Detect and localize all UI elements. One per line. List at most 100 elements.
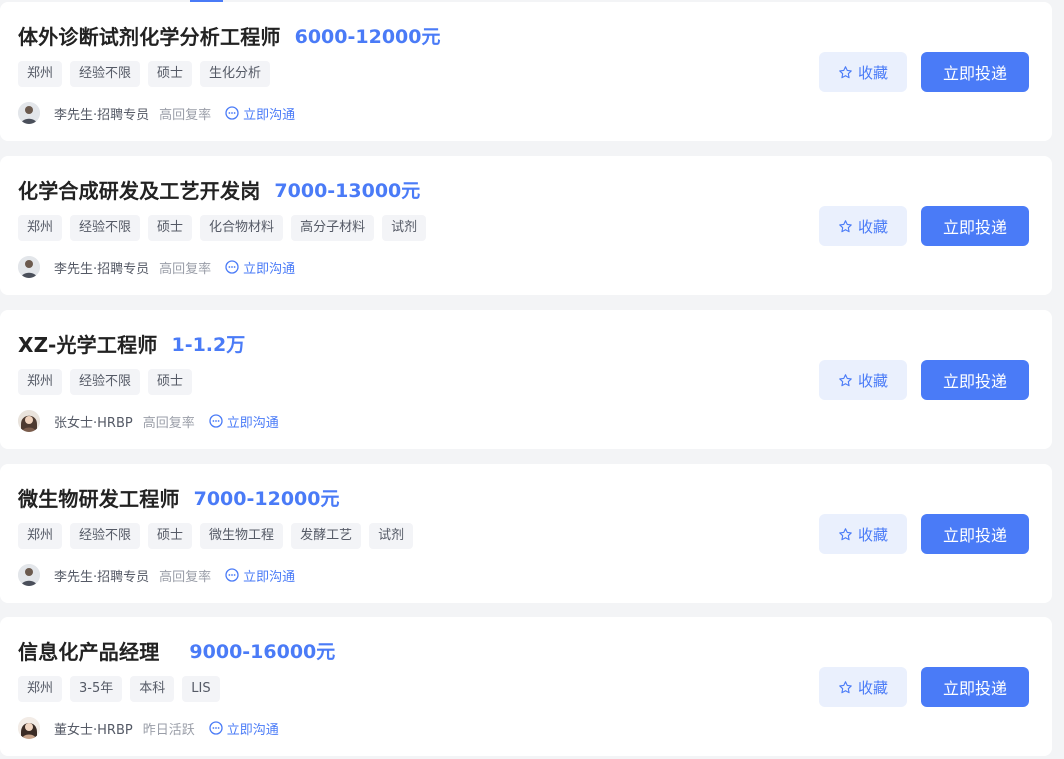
recruiter-name: 张女士·HRBP	[54, 415, 133, 431]
job-title-row: 体外诊断试剂化学分析工程师 6000-12000元	[18, 20, 440, 50]
star-icon	[838, 527, 853, 542]
job-tags: 郑州 3-5年 本科 LIS	[18, 676, 220, 702]
job-title[interactable]: XZ-光学工程师	[18, 329, 157, 358]
job-tag: 硕士	[148, 215, 193, 241]
job-title[interactable]: 体外诊断试剂化学分析工程师	[18, 21, 281, 50]
favorite-button[interactable]: 收藏	[819, 514, 907, 554]
favorite-label: 收藏	[857, 371, 888, 390]
job-tag: 经验不限	[70, 215, 141, 241]
job-tag: 经验不限	[70, 369, 141, 395]
apply-button[interactable]: 立即投递	[921, 206, 1029, 246]
job-tag: 郑州	[18, 215, 63, 241]
chat-now-label: 立即沟通	[243, 569, 296, 585]
job-tag: 郑州	[18, 676, 63, 702]
recruiter-name: 李先生·招聘专员	[54, 569, 150, 585]
chat-bubble-icon	[209, 414, 223, 428]
favorite-label: 收藏	[857, 63, 888, 82]
recruiter-activity: 高回复率	[159, 569, 212, 585]
job-tags: 郑州 经验不限 硕士 微生物工程 发酵工艺 试剂	[18, 523, 414, 549]
job-title-row: 化学合成研发及工艺开发岗 7000-13000元	[18, 174, 420, 204]
chat-now-label: 立即沟通	[243, 107, 296, 123]
male-avatar-icon	[18, 256, 40, 278]
female-avatar-icon	[18, 410, 40, 432]
star-icon	[838, 65, 853, 80]
favorite-label: 收藏	[857, 678, 888, 697]
job-tag: 郑州	[18, 523, 63, 549]
job-tags: 郑州 经验不限 硕士 生化分析	[18, 61, 271, 87]
apply-button[interactable]: 立即投递	[921, 514, 1029, 554]
chat-now-label: 立即沟通	[226, 722, 279, 738]
female-avatar-icon	[18, 717, 40, 739]
apply-button[interactable]: 立即投递	[921, 360, 1029, 400]
job-title[interactable]: 微生物研发工程师	[18, 483, 180, 512]
recruiter-activity: 高回复率	[142, 415, 195, 431]
job-card[interactable]: 体外诊断试剂化学分析工程师 6000-12000元 郑州 经验不限 硕士 生化分…	[0, 2, 1052, 141]
chat-now-link[interactable]: 立即沟通	[225, 104, 295, 123]
chat-now-link[interactable]: 立即沟通	[209, 719, 279, 738]
job-title[interactable]: 化学合成研发及工艺开发岗	[18, 175, 260, 204]
recruiter-info: 李先生·招聘专员 高回复率 立即沟通	[18, 254, 295, 280]
job-salary: 1-1.2万	[171, 333, 246, 356]
male-avatar-icon	[18, 564, 40, 586]
chat-bubble-icon	[209, 721, 223, 735]
job-salary: 7000-13000元	[274, 179, 421, 202]
recruiter-name: 董女士·HRBP	[54, 722, 133, 738]
apply-button[interactable]: 立即投递	[921, 667, 1029, 707]
job-card[interactable]: 化学合成研发及工艺开发岗 7000-13000元 郑州 经验不限 硕士 化合物材…	[0, 156, 1052, 295]
male-avatar-icon	[18, 102, 40, 124]
job-title-row: 信息化产品经理 9000-16000元	[18, 635, 335, 665]
recruiter-name: 李先生·招聘专员	[54, 261, 150, 277]
job-tag: 郑州	[18, 61, 63, 87]
star-icon	[838, 680, 853, 695]
chat-bubble-icon	[225, 568, 239, 582]
chat-now-link[interactable]: 立即沟通	[225, 566, 295, 585]
chat-now-link[interactable]: 立即沟通	[209, 412, 279, 431]
job-tag: 试剂	[382, 215, 427, 241]
job-tag: 硕士	[148, 61, 193, 87]
recruiter-info: 李先生·招聘专员 高回复率 立即沟通	[18, 100, 295, 126]
favorite-label: 收藏	[857, 525, 888, 544]
job-tag: 发酵工艺	[291, 523, 362, 549]
favorite-label: 收藏	[857, 217, 888, 236]
chat-bubble-icon	[225, 106, 239, 120]
job-tag: 化合物材料	[200, 215, 284, 241]
job-tag: 硕士	[148, 523, 193, 549]
favorite-button[interactable]: 收藏	[819, 360, 907, 400]
job-tag: LIS	[182, 676, 220, 702]
chat-now-link[interactable]: 立即沟通	[225, 258, 295, 277]
favorite-button[interactable]: 收藏	[819, 52, 907, 92]
job-tag: 试剂	[369, 523, 414, 549]
job-salary: 7000-12000元	[193, 487, 340, 510]
favorite-button[interactable]: 收藏	[819, 206, 907, 246]
job-title[interactable]: 信息化产品经理	[18, 636, 159, 665]
job-card[interactable]: 信息化产品经理 9000-16000元 郑州 3-5年 本科 LIS 董女士·H…	[0, 617, 1052, 756]
recruiter-info: 张女士·HRBP 高回复率 立即沟通	[18, 408, 279, 434]
job-tag: 本科	[130, 676, 175, 702]
job-tag: 高分子材料	[291, 215, 375, 241]
recruiter-activity: 高回复率	[159, 107, 212, 123]
recruiter-name: 李先生·招聘专员	[54, 107, 150, 123]
job-tag: 经验不限	[70, 61, 141, 87]
job-salary: 6000-12000元	[294, 25, 441, 48]
job-tag: 微生物工程	[200, 523, 284, 549]
job-tags: 郑州 经验不限 硕士 化合物材料 高分子材料 试剂	[18, 215, 427, 241]
star-icon	[838, 219, 853, 234]
job-salary: 9000-16000元	[189, 640, 336, 663]
job-title-row: 微生物研发工程师 7000-12000元	[18, 482, 339, 512]
job-tag: 郑州	[18, 369, 63, 395]
recruiter-info: 董女士·HRBP 昨日活跃 立即沟通	[18, 715, 279, 741]
job-card[interactable]: XZ-光学工程师 1-1.2万 郑州 经验不限 硕士 张女士·HRBP 高回复率	[0, 310, 1052, 449]
chat-now-label: 立即沟通	[226, 415, 279, 431]
recruiter-activity: 高回复率	[159, 261, 212, 277]
job-card[interactable]: 微生物研发工程师 7000-12000元 郑州 经验不限 硕士 微生物工程 发酵…	[0, 464, 1052, 603]
job-title-row: XZ-光学工程师 1-1.2万	[18, 328, 245, 358]
job-tag: 经验不限	[70, 523, 141, 549]
apply-button[interactable]: 立即投递	[921, 52, 1029, 92]
recruiter-info: 李先生·招聘专员 高回复率 立即沟通	[18, 562, 295, 588]
job-tag: 3-5年	[70, 676, 123, 702]
favorite-button[interactable]: 收藏	[819, 667, 907, 707]
chat-now-label: 立即沟通	[243, 261, 296, 277]
job-tag: 生化分析	[200, 61, 271, 87]
recruiter-activity: 昨日活跃	[142, 722, 195, 738]
chat-bubble-icon	[225, 260, 239, 274]
